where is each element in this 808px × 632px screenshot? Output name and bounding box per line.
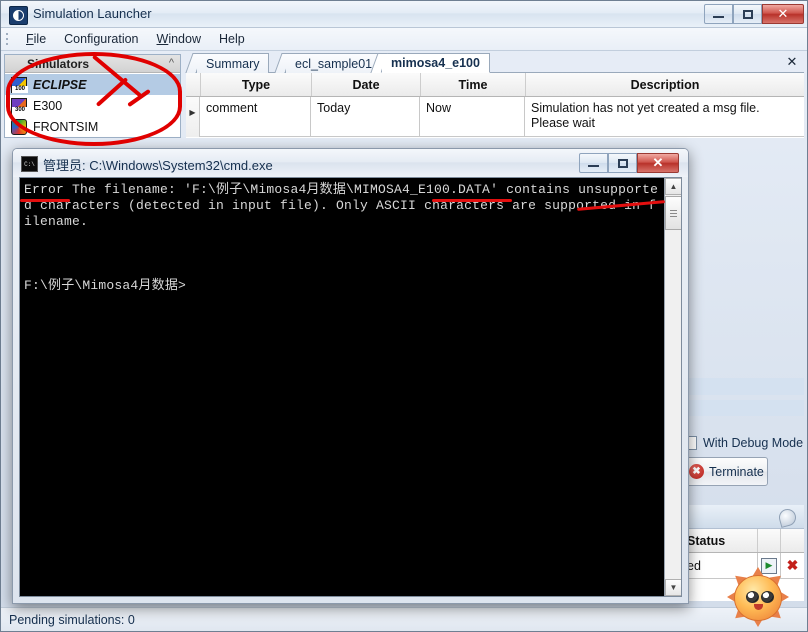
- scrollbar-thumb[interactable]: [665, 196, 681, 230]
- red-x-icon: ✖: [786, 557, 799, 573]
- menu-file-rest: ile: [33, 32, 47, 46]
- tab-strip: Summary ecl_sample01 mimosa4_e100 ✕: [186, 52, 804, 73]
- console-error-text: Error The filename: 'F:\例子\Mimosa4月数据\MI…: [24, 182, 659, 229]
- status-table-header-row: Status: [683, 529, 804, 553]
- delete-icon-cell[interactable]: ✖: [781, 553, 804, 579]
- red-x-circle-icon: ✖: [689, 464, 704, 479]
- app-moon-icon: [9, 6, 28, 25]
- debug-mode-row[interactable]: With Debug Mode: [683, 434, 804, 452]
- run-icon: ▶: [761, 557, 777, 574]
- with-debug-mode-label: With Debug Mode: [703, 436, 804, 450]
- sidebar-item-label: ECLIPSE: [33, 77, 87, 92]
- cmd-title-bar[interactable]: C:\ 管理员: C:\Windows\System32\cmd.exe ✕: [13, 149, 688, 177]
- cmd-minimize-button[interactable]: [579, 153, 608, 173]
- status-table-panel: Status ed ▶ ✖: [683, 505, 804, 601]
- console-scrollbar[interactable]: ▲ ▼: [664, 178, 681, 596]
- table-row[interactable]: ▶ comment Today Now Simulation has not y…: [186, 97, 804, 137]
- column-header-action-2: [781, 529, 804, 552]
- cell-time: Now: [420, 97, 525, 137]
- minimize-button[interactable]: [704, 4, 733, 24]
- simulators-panel-title: Simulators: [27, 56, 90, 71]
- column-header-description[interactable]: Description: [526, 73, 804, 96]
- terminate-button-label: Terminate: [709, 464, 764, 479]
- table-gutter-header: [186, 73, 201, 96]
- scroll-down-arrow-icon[interactable]: ▼: [665, 579, 681, 596]
- tab-mimosa4-e100[interactable]: mimosa4_e100: [381, 53, 490, 73]
- scroll-up-arrow-icon[interactable]: ▲: [665, 178, 681, 195]
- menu-item-window[interactable]: Window: [148, 29, 210, 49]
- console-output-area[interactable]: Error The filename: 'F:\例子\Mimosa4月数据\MI…: [19, 177, 682, 597]
- table-band-row: [683, 378, 804, 395]
- column-header-date[interactable]: Date: [312, 73, 421, 96]
- messages-table: Type Date Time Description ▶ comment Tod…: [186, 73, 804, 138]
- command-prompt-window[interactable]: C:\ 管理员: C:\Windows\System32\cmd.exe ✕ E…: [12, 148, 689, 604]
- eclipse-300-icon: [11, 97, 28, 114]
- status-table-row[interactable]: ed ▶ ✖: [683, 553, 804, 579]
- pending-simulations-status: Pending simulations: 0: [9, 612, 135, 627]
- cmd-maximize-button[interactable]: [608, 153, 637, 173]
- simulators-panel-header: Simulators ^: [5, 55, 180, 73]
- status-table-toolbar: [683, 505, 804, 529]
- title-bar: Simulation Launcher ✕: [1, 1, 807, 28]
- sidebar-item-label: FRONTSIM: [33, 119, 99, 134]
- cell-status: ed: [683, 553, 758, 579]
- maximize-button[interactable]: [733, 4, 762, 24]
- terminate-button[interactable]: ✖ Terminate: [683, 457, 768, 486]
- table-header-row: Type Date Time Description: [186, 73, 804, 97]
- menu-item-configuration[interactable]: Configuration: [55, 29, 147, 49]
- chevron-up-icon[interactable]: ^: [169, 57, 174, 69]
- tab-summary[interactable]: Summary: [196, 53, 270, 73]
- cell-date: Today: [311, 97, 420, 137]
- cmd-close-button[interactable]: ✕: [637, 153, 679, 173]
- menu-bar: File Configuration Window Help: [1, 28, 807, 51]
- sidebar-item-label: E300: [33, 98, 63, 113]
- table-band-row: [683, 400, 804, 416]
- cmd-title: 管理员: C:\Windows\System32\cmd.exe: [43, 158, 273, 173]
- console-prompt: F:\例子\Mimosa4月数据>: [24, 278, 187, 293]
- run-icon-cell[interactable]: ▶: [758, 553, 781, 579]
- app-title: Simulation Launcher: [33, 6, 152, 21]
- frontsim-icon: [11, 118, 27, 135]
- menu-window-rest: indow: [168, 32, 201, 46]
- menu-item-file[interactable]: File: [17, 29, 55, 49]
- status-bar: Pending simulations: 0: [1, 607, 807, 631]
- cell-description: Simulation has not yet created a msg fil…: [525, 97, 804, 137]
- column-header-status[interactable]: Status: [683, 529, 758, 552]
- sidebar-item-eclipse[interactable]: ECLIPSE: [5, 74, 180, 95]
- close-icon[interactable]: ✕: [784, 54, 800, 70]
- sidebar-item-frontsim[interactable]: FRONTSIM: [5, 116, 180, 137]
- simulators-panel: Simulators ^ ECLIPSE E300 FRONTSIM: [4, 54, 181, 138]
- row-marker-icon: ▶: [186, 97, 200, 137]
- column-header-type[interactable]: Type: [201, 73, 312, 96]
- sidebar-item-e300[interactable]: E300: [5, 95, 180, 116]
- cell-type: comment: [200, 97, 311, 137]
- scrollbar-grip-icon: [670, 209, 677, 217]
- menu-item-help[interactable]: Help: [210, 29, 254, 49]
- column-header-action-1: [758, 529, 781, 552]
- magnifier-icon[interactable]: [777, 507, 798, 528]
- close-button[interactable]: ✕: [762, 4, 804, 24]
- console-icon: C:\: [21, 156, 38, 172]
- menu-grip-icon[interactable]: [5, 32, 15, 46]
- column-header-time[interactable]: Time: [421, 73, 526, 96]
- tab-ecl-sample01[interactable]: ecl_sample01: [285, 53, 383, 73]
- eclipse-100-icon: [11, 76, 28, 93]
